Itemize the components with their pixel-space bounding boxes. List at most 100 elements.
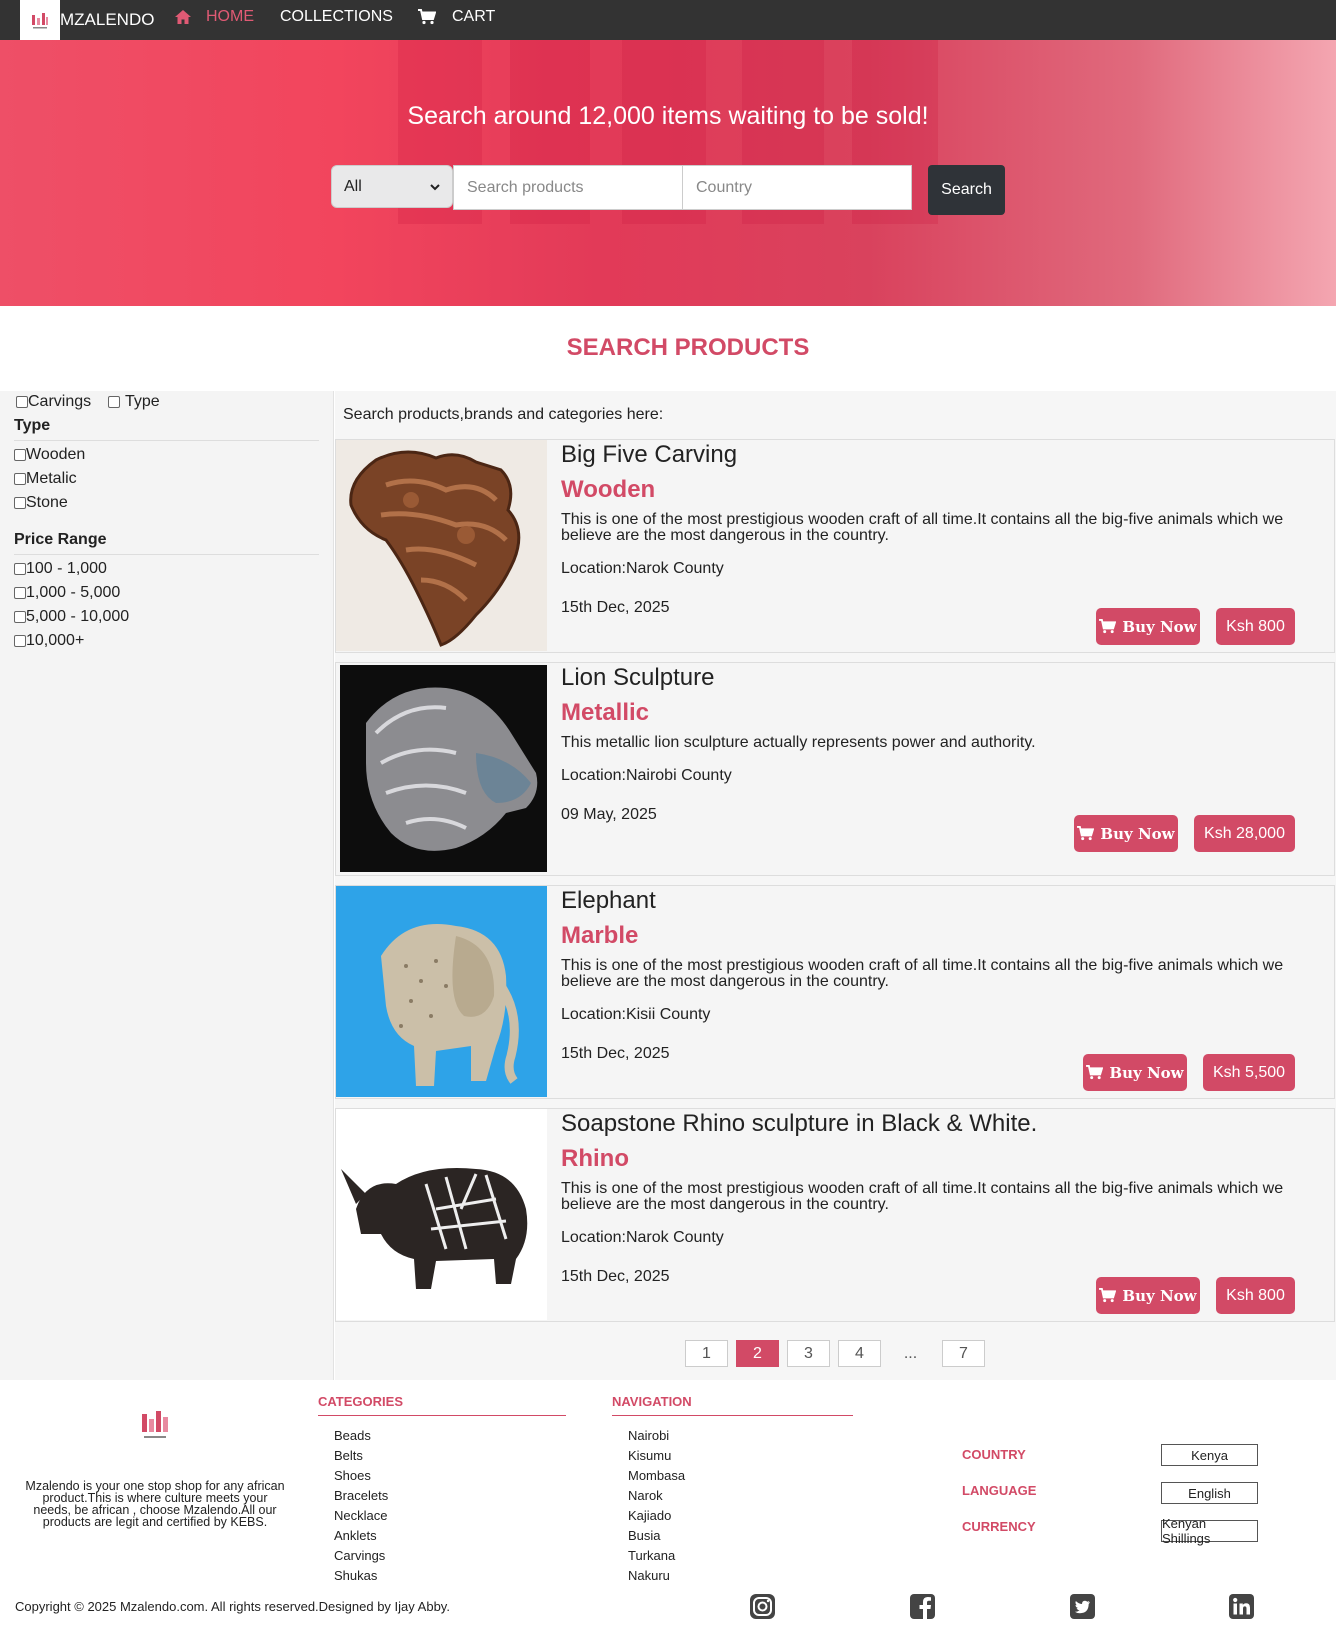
buy-now-button[interactable]: Buy Now	[1096, 1277, 1200, 1314]
language-select[interactable]: English	[1161, 1482, 1258, 1504]
checkbox[interactable]	[14, 449, 26, 461]
brand-name[interactable]: MZALENDO	[60, 10, 154, 30]
footer-nav-link[interactable]: Kajiado	[628, 1508, 671, 1523]
product-image[interactable]	[336, 886, 547, 1097]
facebook-icon[interactable]	[909, 1593, 936, 1620]
price-badge[interactable]: Ksh 28,000	[1194, 815, 1295, 852]
checkbox[interactable]	[108, 396, 120, 408]
footer-nav-link[interactable]: Mombasa	[628, 1468, 685, 1483]
footer-category-link[interactable]: Anklets	[334, 1528, 377, 1543]
footer-category-link[interactable]: Bracelets	[334, 1488, 388, 1503]
country-select[interactable]: Kenya	[1161, 1444, 1258, 1466]
type-heading: Type	[14, 417, 319, 441]
product-card[interactable]: Soapstone Rhino sculpture in Black & Whi…	[335, 1108, 1335, 1322]
price-badge[interactable]: Ksh 800	[1216, 608, 1295, 645]
filter-label: Carvings	[28, 393, 92, 410]
filter-stone[interactable]: Stone	[14, 494, 68, 512]
chevron-down-icon	[430, 183, 440, 190]
country-input[interactable]: Country	[682, 165, 912, 210]
linkedin-icon[interactable]	[1228, 1593, 1255, 1620]
product-location: Location:Narok County	[561, 560, 724, 577]
page-link[interactable]: 7	[942, 1340, 985, 1367]
footer-category-link[interactable]: Shukas	[334, 1568, 377, 1583]
search-input[interactable]: Search products	[453, 165, 683, 210]
page-link[interactable]: 4	[838, 1340, 881, 1367]
footer-category-link[interactable]: Shoes	[334, 1468, 371, 1483]
product-description: This is one of the most prestigious wood…	[561, 1180, 1284, 1213]
product-card[interactable]: Lion Sculpture Metallic This metallic li…	[335, 662, 1335, 876]
navigation-heading: NAVIGATION	[612, 1394, 853, 1416]
buy-now-button[interactable]: Buy Now	[1074, 815, 1178, 852]
currency-select[interactable]: Kenyan Shillings	[1161, 1516, 1258, 1546]
footer-category-link[interactable]: Necklace	[334, 1508, 387, 1523]
page-link[interactable]: 1	[685, 1340, 728, 1367]
product-description: This metallic lion sculpture actually re…	[561, 734, 1036, 751]
product-image[interactable]	[336, 1109, 547, 1320]
product-location: Location:Kisii County	[561, 1006, 711, 1023]
buy-now-button[interactable]: Buy Now	[1083, 1054, 1187, 1091]
filter-type[interactable]: Type	[108, 393, 160, 411]
filter-label: Wooden	[26, 446, 86, 463]
product-image[interactable]	[336, 440, 547, 651]
category-select[interactable]: All	[331, 165, 453, 208]
categories-heading: CATEGORIES	[318, 1394, 566, 1416]
checkbox[interactable]	[14, 473, 26, 485]
product-date: 15th Dec, 2025	[561, 1268, 670, 1285]
hero-title: Search around 12,000 items waiting to be…	[407, 102, 929, 130]
page-link-current[interactable]: 2	[736, 1340, 779, 1367]
nav-home[interactable]: HOME	[174, 8, 254, 26]
page-link[interactable]: 3	[787, 1340, 830, 1367]
product-title[interactable]: Elephant	[561, 887, 656, 915]
product-title[interactable]: Big Five Carving	[561, 441, 737, 469]
logo-icon	[32, 13, 48, 29]
cart-icon	[418, 9, 436, 25]
buy-now-button[interactable]: Buy Now	[1096, 608, 1200, 645]
product-image[interactable]	[336, 663, 547, 874]
filter-price-2[interactable]: 1,000 - 5,000	[14, 584, 120, 602]
price-heading: Price Range	[14, 531, 319, 555]
checkbox[interactable]	[14, 587, 26, 599]
filter-label: Stone	[26, 494, 68, 511]
nav-collections[interactable]: COLLECTIONS	[280, 8, 393, 26]
filter-wooden[interactable]: Wooden	[14, 446, 85, 464]
checkbox[interactable]	[16, 396, 28, 408]
cart-icon	[1099, 1288, 1117, 1303]
footer-nav-link[interactable]: Turkana	[628, 1548, 675, 1563]
brand-logo[interactable]	[20, 0, 60, 40]
filter-carvings[interactable]: Carvings	[16, 393, 91, 411]
product-category: Rhino	[561, 1145, 629, 1172]
footer-category-link[interactable]: Belts	[334, 1448, 363, 1463]
product-title[interactable]: Lion Sculpture	[561, 664, 714, 692]
filter-label: 5,000 - 10,000	[26, 608, 130, 625]
checkbox[interactable]	[14, 635, 26, 647]
twitter-icon[interactable]	[1069, 1593, 1096, 1620]
search-button[interactable]: Search	[928, 165, 1005, 215]
checkbox[interactable]	[14, 563, 26, 575]
product-card[interactable]: Big Five Carving Wooden This is one of t…	[335, 439, 1335, 653]
price-badge[interactable]: Ksh 5,500	[1203, 1054, 1295, 1091]
filter-price-4[interactable]: 10,000+	[14, 632, 84, 650]
footer-nav-link[interactable]: Kisumu	[628, 1448, 671, 1463]
cart-icon	[1099, 619, 1117, 634]
footer-nav-link[interactable]: Nakuru	[628, 1568, 670, 1583]
footer-about: Mzalendo is your one stop shop for any a…	[25, 1479, 285, 1529]
country-label: COUNTRY	[962, 1447, 1026, 1462]
filter-price-3[interactable]: 5,000 - 10,000	[14, 608, 129, 626]
filter-price-1[interactable]: 100 - 1,000	[14, 560, 107, 578]
product-card[interactable]: Elephant Marble This is one of the most …	[335, 885, 1335, 1099]
footer-nav-link[interactable]: Busia	[628, 1528, 661, 1543]
checkbox[interactable]	[14, 611, 26, 623]
footer-category-link[interactable]: Beads	[334, 1428, 371, 1443]
footer-nav-link[interactable]: Narok	[628, 1488, 663, 1503]
section-title: SEARCH PRODUCTS	[566, 334, 810, 361]
price-badge[interactable]: Ksh 800	[1216, 1277, 1295, 1314]
footer-category-link[interactable]: Carvings	[334, 1548, 385, 1563]
instagram-icon[interactable]	[749, 1593, 776, 1620]
footer-nav-link[interactable]: Nairobi	[628, 1428, 669, 1443]
product-category: Metallic	[561, 699, 650, 726]
product-title[interactable]: Soapstone Rhino sculpture in Black & Whi…	[561, 1110, 1037, 1138]
site-footer: Mzalendo is your one stop shop for any a…	[0, 1380, 1336, 1632]
filter-metalic[interactable]: Metalic	[14, 470, 77, 488]
nav-cart[interactable]: CART	[418, 8, 495, 26]
checkbox[interactable]	[14, 497, 26, 509]
